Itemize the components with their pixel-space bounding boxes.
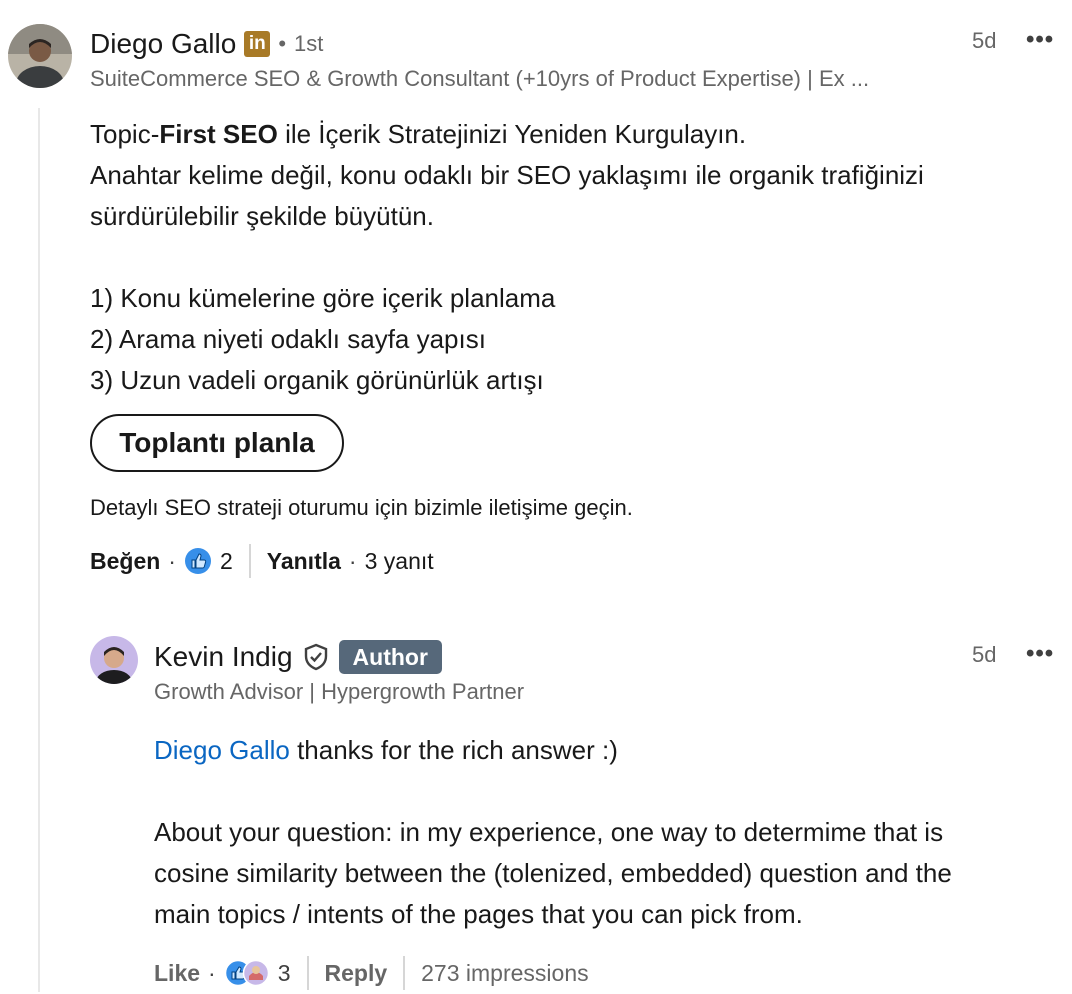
comment-body-line1: Topic-First SEO ile İçerik Stratejinizi … xyxy=(90,114,746,155)
replies-count-link[interactable]: 3 yanıt xyxy=(365,548,434,575)
avatar-kevin[interactable] xyxy=(90,636,138,684)
like-reaction-icon[interactable] xyxy=(184,547,212,575)
cta-caption: Detaylı SEO strateji oturumu için biziml… xyxy=(90,495,633,520)
list-item: 3) Uzun vadeli organik görünürlük artışı xyxy=(90,365,544,395)
schedule-meeting-button[interactable]: Toplantı planla xyxy=(90,414,344,472)
list-item: 1) Konu kümelerine göre içerik planlama xyxy=(90,283,556,313)
like-button[interactable]: Like xyxy=(154,960,200,987)
reply-paragraph-line: About your question: in my experience, o… xyxy=(154,817,944,847)
divider xyxy=(248,544,251,578)
separator-dot: · xyxy=(348,547,357,574)
mention-link[interactable]: Diego Gallo xyxy=(154,735,290,765)
divider xyxy=(306,956,309,990)
reply-actions: Like · 3 Reply 273 impressions xyxy=(154,952,589,994)
reply-timestamp: 5d xyxy=(972,642,997,667)
comment-body-line3: sürdürülebilir şekilde büyütün. xyxy=(90,201,434,231)
avatar-diego[interactable] xyxy=(8,24,72,88)
body-text-prefix: Topic- xyxy=(90,119,160,149)
reaction-count[interactable]: 2 xyxy=(220,548,233,575)
impressions-count: 273 impressions xyxy=(421,959,589,986)
reply-paragraph-line: main topics / intents of the pages that … xyxy=(154,899,803,929)
more-options-icon[interactable]: ••• xyxy=(1026,26,1054,54)
author-name[interactable]: Diego Gallo xyxy=(90,28,236,60)
reply-more-options-icon[interactable]: ••• xyxy=(1026,640,1054,668)
reply-author-headline: Growth Advisor | Hypergrowth Partner xyxy=(154,679,525,704)
premium-badge-icon: in xyxy=(244,31,271,57)
separator-dot: · xyxy=(168,547,176,574)
reply-paragraph-line: cosine similarity between the (tolenized… xyxy=(154,858,952,888)
reaction-icons[interactable] xyxy=(224,959,270,987)
author-badge: Author xyxy=(338,640,442,674)
reply-text: thanks for the rich answer :) xyxy=(289,735,618,765)
author-headline: SuiteCommerce SEO & Growth Consultant (+… xyxy=(90,66,870,91)
thread-line xyxy=(38,108,40,992)
reaction-count[interactable]: 3 xyxy=(278,960,291,987)
comment-timestamp: 5d xyxy=(972,28,997,53)
separator-dot: · xyxy=(208,959,216,986)
verified-shield-icon xyxy=(303,643,329,671)
degree-separator: • xyxy=(278,31,287,56)
body-text-suffix: ile İçerik Stratejinizi Yeniden Kurgulay… xyxy=(277,119,747,149)
connection-degree: 1st xyxy=(294,31,324,56)
comment-body-line2: Anahtar kelime değil, konu odaklı bir SE… xyxy=(90,160,924,190)
comment-actions: Beğen · 2 Yanıtla · 3 yanıt xyxy=(90,540,434,582)
reply-author-name[interactable]: Kevin Indig xyxy=(154,641,293,673)
reply-body-line1: Diego Gallo thanks for the rich answer :… xyxy=(154,730,618,771)
reply-button[interactable]: Yanıtla xyxy=(267,548,341,575)
divider xyxy=(403,956,406,990)
like-button[interactable]: Beğen xyxy=(90,548,160,575)
list-item: 2) Arama niyeti odaklı sayfa yapısı xyxy=(90,324,486,354)
body-text-bold: First SEO xyxy=(159,119,278,149)
reply-button[interactable]: Reply xyxy=(325,960,388,987)
